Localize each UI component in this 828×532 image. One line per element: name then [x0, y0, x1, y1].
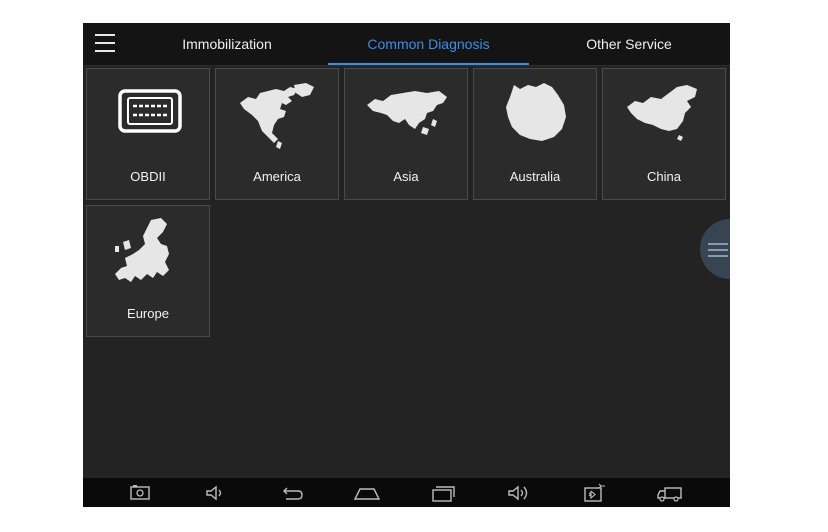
handle-line [708, 255, 728, 257]
tile-label: Australia [509, 169, 561, 184]
asia-map-icon [367, 91, 447, 135]
recent-apps-icon [432, 486, 455, 502]
europe-map-icon [115, 218, 169, 282]
china-map-icon [627, 85, 697, 141]
handle-line [708, 249, 728, 251]
tile-label: Europe [127, 306, 169, 321]
tab-other-service[interactable]: Other Service [529, 23, 729, 65]
obd-connector-icon [118, 89, 182, 133]
tile-europe[interactable]: Europe [86, 205, 210, 337]
recent-apps-button[interactable] [426, 481, 460, 505]
truck-mode-button[interactable] [653, 481, 687, 505]
vci-status-button[interactable] [577, 481, 611, 505]
tab-common-diagnosis[interactable]: Common Diagnosis [328, 23, 529, 65]
top-tab-bar: Immobilization Common Diagnosis Other Se… [83, 23, 730, 66]
system-nav-bar [83, 478, 730, 507]
back-icon [283, 487, 303, 500]
floating-menu-handle[interactable] [700, 219, 730, 279]
hamburger-icon-line [95, 42, 115, 44]
tile-label: America [253, 169, 301, 184]
bluetooth-vci-icon [584, 483, 605, 502]
tile-asia[interactable]: Asia [344, 68, 468, 200]
back-button[interactable] [274, 481, 308, 505]
tile-china[interactable]: China [602, 68, 726, 200]
home-icon [353, 488, 381, 500]
tile-obdii[interactable]: OBDII [86, 68, 210, 200]
screenshot-button[interactable] [123, 481, 157, 505]
tile-australia[interactable]: Australia [473, 68, 597, 200]
tile-label: OBDII [130, 169, 166, 184]
tile-america[interactable]: America [215, 68, 339, 200]
volume-up-button[interactable] [502, 481, 536, 505]
handle-line [708, 243, 728, 245]
tile-label: China [647, 169, 681, 184]
home-button[interactable] [350, 481, 384, 505]
volume-up-icon [508, 485, 528, 501]
app-window: Immobilization Common Diagnosis Other Se… [83, 23, 730, 507]
hamburger-icon [95, 34, 115, 36]
tile-label: Asia [393, 169, 419, 184]
screenshot-icon [130, 485, 150, 500]
menu-button[interactable] [95, 34, 117, 54]
australia-map-icon [506, 83, 566, 141]
volume-down-button[interactable] [198, 481, 232, 505]
tab-immobilization[interactable]: Immobilization [127, 23, 327, 65]
hamburger-icon-line [95, 50, 115, 52]
america-map-icon [240, 83, 314, 149]
truck-icon [657, 487, 682, 502]
volume-down-icon [206, 485, 222, 501]
